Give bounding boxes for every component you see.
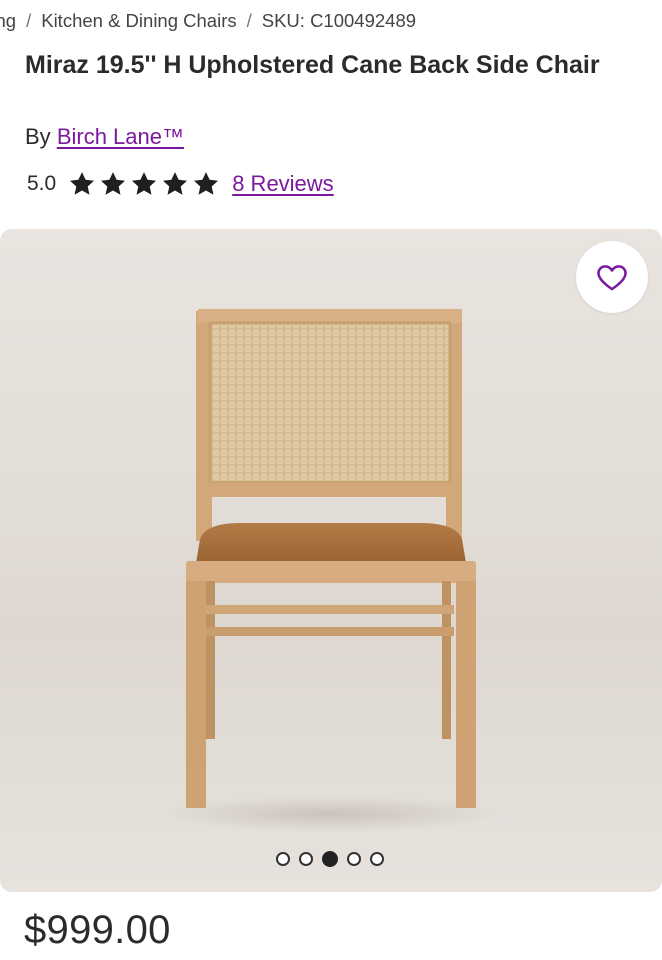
favorite-button[interactable] <box>576 241 648 313</box>
star-icon <box>163 172 188 195</box>
breadcrumb: Dining Tables & Seating / Kitchen & Dini… <box>0 8 662 34</box>
product-title: Miraz 19.5'' H Upholstered Cane Back Sid… <box>25 51 600 79</box>
star-rating <box>68 170 220 198</box>
gallery-dot-active[interactable] <box>322 851 338 867</box>
gallery-dot[interactable] <box>276 852 290 866</box>
gallery-dot[interactable] <box>347 852 361 866</box>
breadcrumb-separator: / <box>26 10 32 31</box>
brand-link[interactable]: Birch Lane™ <box>57 124 184 149</box>
star-icon <box>70 172 95 195</box>
product-image <box>160 309 500 832</box>
breadcrumb-separator: / <box>246 10 252 31</box>
reviews-link[interactable]: 8 Reviews <box>232 171 333 197</box>
breadcrumb-item-kitchen-dining-chairs[interactable]: Kitchen & Dining Chairs <box>41 10 236 32</box>
breadcrumb-sku: SKU: C100492489 <box>261 10 417 31</box>
breadcrumb-item-dining-tables-seating[interactable]: Dining Tables & Seating <box>0 10 16 32</box>
product-image-gallery[interactable] <box>0 229 662 892</box>
star-icon <box>101 172 126 195</box>
product-price: $999.00 <box>24 908 171 952</box>
heart-icon <box>597 265 627 291</box>
rating-row: 5.0 8 Reviews <box>27 166 334 202</box>
star-icon <box>132 172 157 195</box>
gallery-pagination <box>276 851 384 867</box>
rating-value: 5.0 <box>27 172 57 195</box>
by-label: By <box>25 124 51 149</box>
gallery-dot[interactable] <box>299 852 313 866</box>
brand-byline: By Birch Lane™ <box>25 124 184 150</box>
star-icon <box>194 172 219 195</box>
gallery-dot[interactable] <box>370 852 384 866</box>
